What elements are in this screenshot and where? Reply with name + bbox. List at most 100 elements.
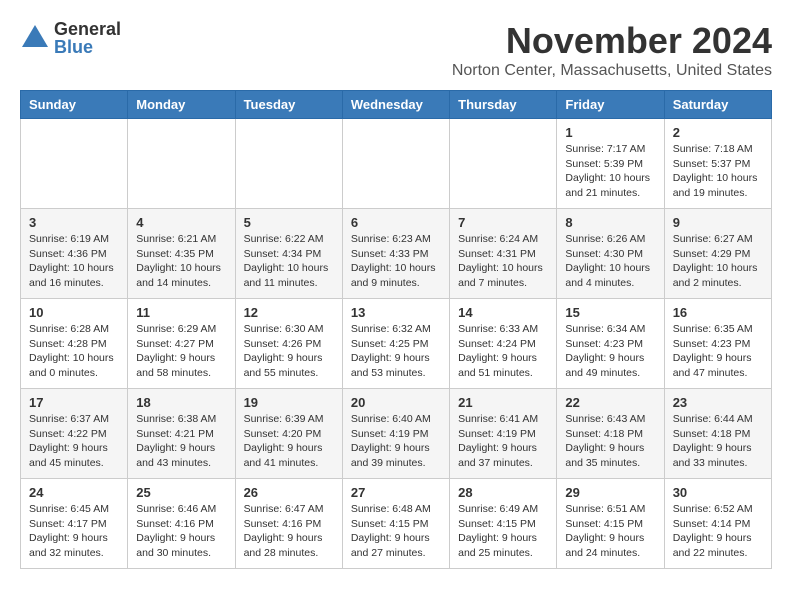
day-number: 7 bbox=[458, 215, 548, 230]
month-title: November 2024 bbox=[452, 20, 772, 62]
day-number: 1 bbox=[565, 125, 655, 140]
day-info: Sunrise: 6:52 AM Sunset: 4:14 PM Dayligh… bbox=[673, 502, 763, 561]
calendar-cell: 1 Sunrise: 7:17 AM Sunset: 5:39 PM Daylig… bbox=[557, 119, 664, 209]
calendar-cell bbox=[342, 119, 449, 209]
logo-icon bbox=[20, 23, 50, 53]
day-number: 25 bbox=[136, 485, 226, 500]
day-number: 2 bbox=[673, 125, 763, 140]
weekday-header-cell: Sunday bbox=[21, 91, 128, 119]
calendar-cell: 18Sunrise: 6:38 AM Sunset: 4:21 PM Dayli… bbox=[128, 389, 235, 479]
calendar-cell: 8 Sunrise: 6:26 AM Sunset: 4:30 PM Daylig… bbox=[557, 209, 664, 299]
day-number: 3 bbox=[29, 215, 119, 230]
day-number: 27 bbox=[351, 485, 441, 500]
logo-text: General Blue bbox=[54, 20, 121, 56]
calendar-cell: 10Sunrise: 6:28 AM Sunset: 4:28 PM Dayli… bbox=[21, 299, 128, 389]
weekday-header-cell: Saturday bbox=[664, 91, 771, 119]
day-info: Sunrise: 6:45 AM Sunset: 4:17 PM Dayligh… bbox=[29, 502, 119, 561]
day-info: Sunrise: 6:23 AM Sunset: 4:33 PM Dayligh… bbox=[351, 232, 441, 291]
day-number: 23 bbox=[673, 395, 763, 410]
day-info: Sunrise: 6:38 AM Sunset: 4:21 PM Dayligh… bbox=[136, 412, 226, 471]
calendar-cell: 15 Sunrise: 6:34 AM Sunset: 4:23 PM Dayli… bbox=[557, 299, 664, 389]
day-info: Sunrise: 6:48 AM Sunset: 4:15 PM Dayligh… bbox=[351, 502, 441, 561]
day-info: Sunrise: 6:40 AM Sunset: 4:19 PM Dayligh… bbox=[351, 412, 441, 471]
day-info: Sunrise: 6:32 AM Sunset: 4:25 PM Dayligh… bbox=[351, 322, 441, 381]
day-info: Sunrise: 6:21 AM Sunset: 4:35 PM Dayligh… bbox=[136, 232, 226, 291]
location-title: Norton Center, Massachusetts, United Sta… bbox=[452, 62, 772, 80]
weekday-header-cell: Friday bbox=[557, 91, 664, 119]
title-area: November 2024 Norton Center, Massachuset… bbox=[452, 20, 772, 80]
day-number: 9 bbox=[673, 215, 763, 230]
day-info: Sunrise: 6:22 AM Sunset: 4:34 PM Dayligh… bbox=[244, 232, 334, 291]
calendar-cell: 2Sunrise: 7:18 AM Sunset: 5:37 PM Daylig… bbox=[664, 119, 771, 209]
day-number: 12 bbox=[244, 305, 334, 320]
calendar-cell: 11 Sunrise: 6:29 AM Sunset: 4:27 PM Dayli… bbox=[128, 299, 235, 389]
day-number: 13 bbox=[351, 305, 441, 320]
weekday-header-cell: Wednesday bbox=[342, 91, 449, 119]
day-number: 11 bbox=[136, 305, 226, 320]
day-info: Sunrise: 7:17 AM Sunset: 5:39 PM Dayligh… bbox=[565, 142, 655, 201]
header: General Blue November 2024 Norton Center… bbox=[20, 20, 772, 80]
day-info: Sunrise: 6:34 AM Sunset: 4:23 PM Dayligh… bbox=[565, 322, 655, 381]
calendar-week-row: 24Sunrise: 6:45 AM Sunset: 4:17 PM Dayli… bbox=[21, 479, 772, 569]
day-number: 20 bbox=[351, 395, 441, 410]
calendar-cell: 13 Sunrise: 6:32 AM Sunset: 4:25 PM Dayli… bbox=[342, 299, 449, 389]
calendar-cell: 6 Sunrise: 6:23 AM Sunset: 4:33 PM Daylig… bbox=[342, 209, 449, 299]
day-info: Sunrise: 6:29 AM Sunset: 4:27 PM Dayligh… bbox=[136, 322, 226, 381]
day-number: 29 bbox=[565, 485, 655, 500]
day-info: Sunrise: 6:37 AM Sunset: 4:22 PM Dayligh… bbox=[29, 412, 119, 471]
calendar-body: 1 Sunrise: 7:17 AM Sunset: 5:39 PM Daylig… bbox=[21, 119, 772, 569]
calendar-cell: 17 Sunrise: 6:37 AM Sunset: 4:22 PM Dayli… bbox=[21, 389, 128, 479]
calendar-cell: 14 Sunrise: 6:33 AM Sunset: 4:24 PM Dayli… bbox=[450, 299, 557, 389]
logo: General Blue bbox=[20, 20, 121, 56]
day-number: 19 bbox=[244, 395, 334, 410]
calendar-cell: 5 Sunrise: 6:22 AM Sunset: 4:34 PM Daylig… bbox=[235, 209, 342, 299]
logo-blue-text: Blue bbox=[54, 38, 121, 56]
calendar-cell: 7 Sunrise: 6:24 AM Sunset: 4:31 PM Daylig… bbox=[450, 209, 557, 299]
day-number: 8 bbox=[565, 215, 655, 230]
day-number: 17 bbox=[29, 395, 119, 410]
day-info: Sunrise: 6:26 AM Sunset: 4:30 PM Dayligh… bbox=[565, 232, 655, 291]
day-number: 28 bbox=[458, 485, 548, 500]
calendar-cell: 22Sunrise: 6:43 AM Sunset: 4:18 PM Dayli… bbox=[557, 389, 664, 479]
day-number: 22 bbox=[565, 395, 655, 410]
day-info: Sunrise: 6:30 AM Sunset: 4:26 PM Dayligh… bbox=[244, 322, 334, 381]
calendar-cell: 29 Sunrise: 6:51 AM Sunset: 4:15 PM Dayli… bbox=[557, 479, 664, 569]
calendar-week-row: 3 Sunrise: 6:19 AM Sunset: 4:36 PM Daylig… bbox=[21, 209, 772, 299]
day-info: Sunrise: 6:24 AM Sunset: 4:31 PM Dayligh… bbox=[458, 232, 548, 291]
weekday-header-row: SundayMondayTuesdayWednesdayThursdayFrid… bbox=[21, 91, 772, 119]
calendar: SundayMondayTuesdayWednesdayThursdayFrid… bbox=[20, 90, 772, 569]
calendar-cell bbox=[235, 119, 342, 209]
weekday-header-cell: Thursday bbox=[450, 91, 557, 119]
day-number: 14 bbox=[458, 305, 548, 320]
day-number: 21 bbox=[458, 395, 548, 410]
calendar-week-row: 17 Sunrise: 6:37 AM Sunset: 4:22 PM Dayli… bbox=[21, 389, 772, 479]
day-number: 15 bbox=[565, 305, 655, 320]
day-info: Sunrise: 6:51 AM Sunset: 4:15 PM Dayligh… bbox=[565, 502, 655, 561]
calendar-cell: 28 Sunrise: 6:49 AM Sunset: 4:15 PM Dayli… bbox=[450, 479, 557, 569]
calendar-cell: 21Sunrise: 6:41 AM Sunset: 4:19 PM Dayli… bbox=[450, 389, 557, 479]
calendar-cell: 23Sunrise: 6:44 AM Sunset: 4:18 PM Dayli… bbox=[664, 389, 771, 479]
calendar-cell: 26Sunrise: 6:47 AM Sunset: 4:16 PM Dayli… bbox=[235, 479, 342, 569]
day-info: Sunrise: 6:39 AM Sunset: 4:20 PM Dayligh… bbox=[244, 412, 334, 471]
day-number: 30 bbox=[673, 485, 763, 500]
calendar-week-row: 1 Sunrise: 7:17 AM Sunset: 5:39 PM Daylig… bbox=[21, 119, 772, 209]
day-info: Sunrise: 6:35 AM Sunset: 4:23 PM Dayligh… bbox=[673, 322, 763, 381]
day-number: 4 bbox=[136, 215, 226, 230]
day-info: Sunrise: 6:27 AM Sunset: 4:29 PM Dayligh… bbox=[673, 232, 763, 291]
weekday-header-cell: Monday bbox=[128, 91, 235, 119]
day-info: Sunrise: 6:47 AM Sunset: 4:16 PM Dayligh… bbox=[244, 502, 334, 561]
calendar-cell: 20 Sunrise: 6:40 AM Sunset: 4:19 PM Dayli… bbox=[342, 389, 449, 479]
calendar-cell bbox=[450, 119, 557, 209]
day-number: 16 bbox=[673, 305, 763, 320]
day-number: 10 bbox=[29, 305, 119, 320]
day-number: 5 bbox=[244, 215, 334, 230]
calendar-cell: 12 Sunrise: 6:30 AM Sunset: 4:26 PM Dayli… bbox=[235, 299, 342, 389]
weekday-header-cell: Tuesday bbox=[235, 91, 342, 119]
calendar-cell bbox=[21, 119, 128, 209]
calendar-cell: 19 Sunrise: 6:39 AM Sunset: 4:20 PM Dayli… bbox=[235, 389, 342, 479]
calendar-cell: 25Sunrise: 6:46 AM Sunset: 4:16 PM Dayli… bbox=[128, 479, 235, 569]
day-info: Sunrise: 6:19 AM Sunset: 4:36 PM Dayligh… bbox=[29, 232, 119, 291]
day-number: 6 bbox=[351, 215, 441, 230]
day-info: Sunrise: 6:49 AM Sunset: 4:15 PM Dayligh… bbox=[458, 502, 548, 561]
day-info: Sunrise: 6:33 AM Sunset: 4:24 PM Dayligh… bbox=[458, 322, 548, 381]
